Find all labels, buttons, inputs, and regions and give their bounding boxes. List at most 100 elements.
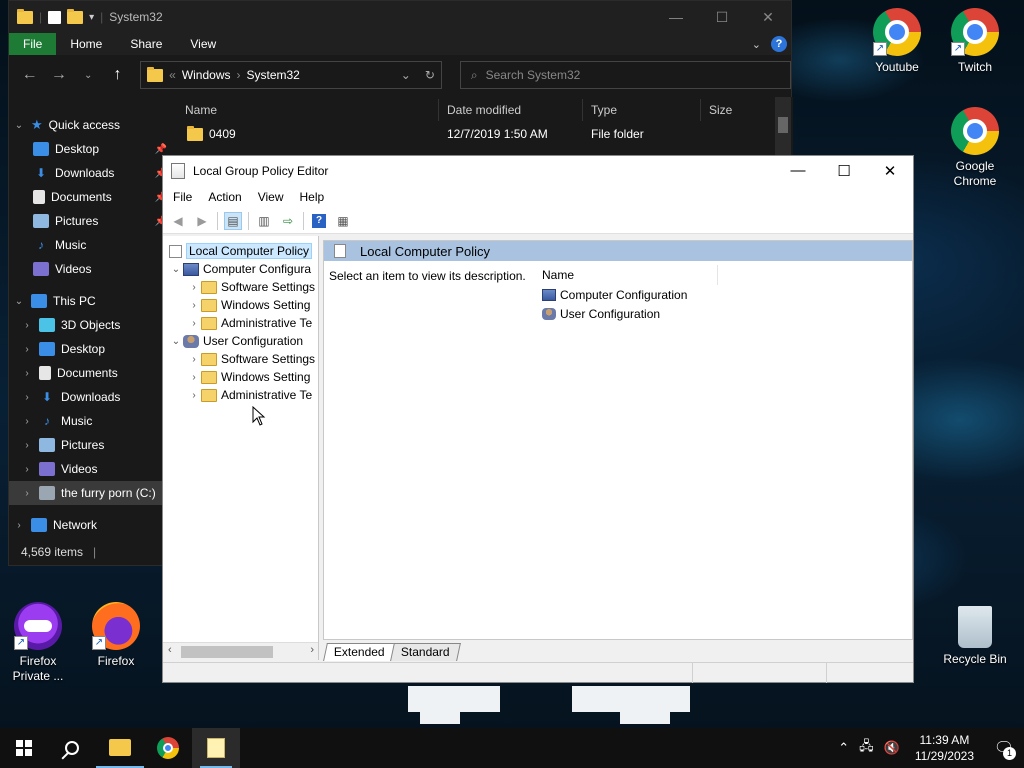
taskbar-group-policy-editor[interactable] [192,728,240,768]
tree-item-local-computer-policy[interactable]: Local Computer Policy [163,242,318,260]
customize-toolbar-icon[interactable]: ▾ [89,12,94,23]
sidebar-item-3d-objects[interactable]: › 3D Objects [9,313,169,337]
sidebar-item-documents[interactable]: Documents 📌 [9,185,169,209]
tree-item-user-software-settings[interactable]: › Software Settings [163,350,318,368]
collapse-chevron-icon[interactable]: ⌄ [169,336,183,347]
sidebar-item-pc-documents[interactable]: › Documents [9,361,169,385]
close-button[interactable]: ✕ [867,162,913,180]
firefox-shortcut[interactable]: ↗ Firefox [80,602,152,669]
expand-chevron-icon[interactable]: › [187,372,201,383]
path-overflow[interactable]: « [169,68,176,82]
start-button[interactable] [0,728,48,768]
sidebar-item-this-pc[interactable]: ⌄ This PC [9,289,169,313]
tab-view[interactable]: View [176,33,230,55]
menu-action[interactable]: Action [200,190,249,204]
taskbar-chrome[interactable] [144,728,192,768]
sidebar-item-videos[interactable]: Videos [9,257,169,281]
tree-item-user-windows-settings[interactable]: › Windows Setting [163,368,318,386]
recent-locations-icon[interactable]: ⌄ [76,70,101,81]
show-hide-tree-icon[interactable]: ▤ [224,211,242,230]
tab-extended[interactable]: Extended [323,643,396,661]
minimize-button[interactable]: — [775,162,821,180]
tab-share[interactable]: Share [116,33,176,55]
mouse-cursor-icon [252,406,266,426]
volume-muted-icon[interactable]: 🔇 [879,740,905,756]
forward-button[interactable]: → [46,66,71,84]
show-action-pane-icon[interactable]: ▦ [334,212,352,230]
list-item-user-configuration[interactable]: User Configuration [538,304,914,323]
sidebar-item-pc-pictures[interactable]: › Pictures [9,433,169,457]
address-dropdown-icon[interactable]: ⌄ [401,68,411,82]
twitch-shortcut[interactable]: ↗ Twitch [939,8,1011,75]
sidebar-item-downloads[interactable]: ⬇ Downloads 📌 [9,161,169,185]
menu-help[interactable]: Help [292,190,333,204]
up-button[interactable]: ↑ [105,66,130,84]
maximize-button[interactable]: ☐ [699,9,745,26]
list-item-computer-configuration[interactable]: Computer Configuration [538,285,914,304]
sidebar-item-network[interactable]: › Network [9,513,169,537]
sidebar-item-pc-videos[interactable]: › Videos [9,457,169,481]
forward-arrow-icon[interactable]: ▶ [193,212,211,230]
chevron-up-icon[interactable]: ⌃ [833,740,854,756]
breadcrumb-windows[interactable]: Windows [182,68,231,82]
address-bar[interactable]: « Windows › System32 ⌄ ↻ [140,61,442,89]
sidebar-item-quick-access[interactable]: ⌄ ★ Quick access [9,113,169,137]
taskbar-file-explorer[interactable] [96,728,144,768]
horizontal-scrollbar[interactable]: ‹ › [163,642,318,660]
menu-file[interactable]: File [165,190,200,204]
collapse-chevron-icon[interactable]: ⌄ [169,264,183,275]
notification-center-button[interactable]: 🗨 1 [984,728,1024,768]
new-folder-icon[interactable] [67,8,84,24]
view-tabs: Extended Standard [323,641,461,661]
tab-home[interactable]: Home [56,33,116,55]
sidebar-item-music[interactable]: ♪ Music [9,233,169,257]
breadcrumb-system32[interactable]: System32 [247,68,300,82]
properties-icon[interactable] [48,10,62,24]
back-button[interactable]: ← [17,66,42,84]
youtube-shortcut[interactable]: ↗ Youtube [861,8,933,75]
tree-item-computer-windows-settings[interactable]: › Windows Setting [163,296,318,314]
google-chrome-shortcut[interactable]: Google Chrome [939,107,1011,189]
menu-view[interactable]: View [250,190,292,204]
expand-chevron-icon[interactable]: › [187,300,201,311]
taskbar-search-button[interactable] [48,728,96,768]
column-name[interactable]: Name [169,99,439,121]
sidebar-item-pc-desktop[interactable]: › Desktop [9,337,169,361]
help-icon[interactable]: ? [310,212,328,230]
expand-chevron-icon[interactable]: › [187,390,201,401]
help-icon[interactable]: ? [771,36,787,52]
close-button[interactable]: ✕ [745,9,791,26]
sidebar-item-local-disk[interactable]: › the furry porn (C:) [9,481,169,505]
network-icon[interactable]: 🖧 [854,737,879,759]
tab-file[interactable]: File [9,33,57,55]
tree-item-computer-software-settings[interactable]: › Software Settings [163,278,318,296]
column-type[interactable]: Type [583,99,701,121]
sidebar-item-pc-music[interactable]: › ♪ Music [9,409,169,433]
tab-standard[interactable]: Standard [389,643,461,661]
table-row[interactable]: 0409 12/7/2019 1:50 AM File folder [169,123,793,145]
sidebar-item-pictures[interactable]: Pictures 📌 [9,209,169,233]
maximize-button[interactable]: ☐ [821,162,867,180]
tree-item-user-administrative-templates[interactable]: › Administrative Te [163,386,318,404]
minimize-button[interactable]: — [653,9,699,26]
column-name[interactable]: Name [542,265,718,285]
recycle-bin[interactable]: Recycle Bin [939,602,1011,667]
column-date-modified[interactable]: Date modified [439,99,583,121]
tree-item-user-configuration[interactable]: ⌄ User Configuration [163,332,318,350]
expand-ribbon-icon[interactable]: ⌄ [752,38,761,51]
properties-icon[interactable]: ▥ [255,212,273,230]
expand-chevron-icon[interactable]: › [187,318,201,329]
tree-item-computer-configuration[interactable]: ⌄ Computer Configura [163,260,318,278]
expand-chevron-icon[interactable]: › [187,354,201,365]
sidebar-item-pc-downloads[interactable]: › ⬇ Downloads [9,385,169,409]
refresh-icon[interactable]: ↻ [425,68,435,82]
expand-chevron-icon[interactable]: › [187,282,201,293]
tree-item-computer-administrative-templates[interactable]: › Administrative Te [163,314,318,332]
export-list-icon[interactable]: ⇨ [279,212,297,230]
sidebar-item-desktop[interactable]: Desktop 📌 [9,137,169,161]
firefox-private-shortcut[interactable]: ↗ Firefox Private ... [2,602,74,684]
clock[interactable]: 11:39 AM 11/29/2023 [905,732,984,764]
back-arrow-icon[interactable]: ◀ [169,212,187,230]
search-box[interactable]: ⌕ Search System32 [459,61,792,89]
column-size[interactable]: Size [701,99,761,121]
